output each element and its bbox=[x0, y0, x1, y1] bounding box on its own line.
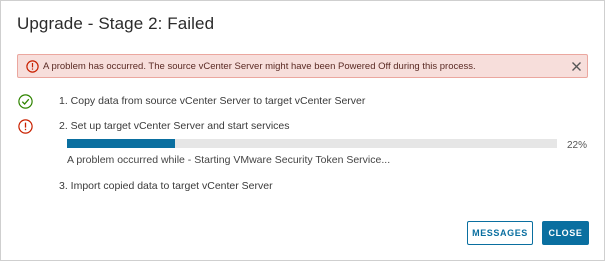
close-icon[interactable] bbox=[570, 60, 583, 73]
progress-bar bbox=[67, 139, 557, 148]
upgrade-dialog: Upgrade - Stage 2: Failed A problem has … bbox=[0, 0, 605, 261]
progress-percent: 22% bbox=[567, 140, 588, 151]
step-3-label: 3. Import copied data to target vCenter … bbox=[59, 180, 273, 192]
step-1-label: 1. Copy data from source vCenter Server … bbox=[59, 95, 366, 107]
close-button[interactable]: CLOSE bbox=[542, 221, 589, 245]
step-2-label: 2. Set up target vCenter Server and star… bbox=[59, 120, 290, 132]
error-alert-banner: A problem has occurred. The source vCent… bbox=[17, 54, 588, 78]
dialog-title: Upgrade - Stage 2: Failed bbox=[17, 14, 215, 33]
check-circle-icon bbox=[18, 94, 33, 109]
progress-bar-fill bbox=[67, 139, 175, 148]
error-circle-icon bbox=[26, 60, 39, 73]
progress-status-text: A problem occurred while - Starting VMwa… bbox=[67, 154, 391, 166]
messages-button[interactable]: MESSAGES bbox=[467, 221, 533, 245]
alert-message: A problem has occurred. The source vCent… bbox=[43, 61, 476, 72]
error-circle-icon bbox=[18, 119, 33, 134]
